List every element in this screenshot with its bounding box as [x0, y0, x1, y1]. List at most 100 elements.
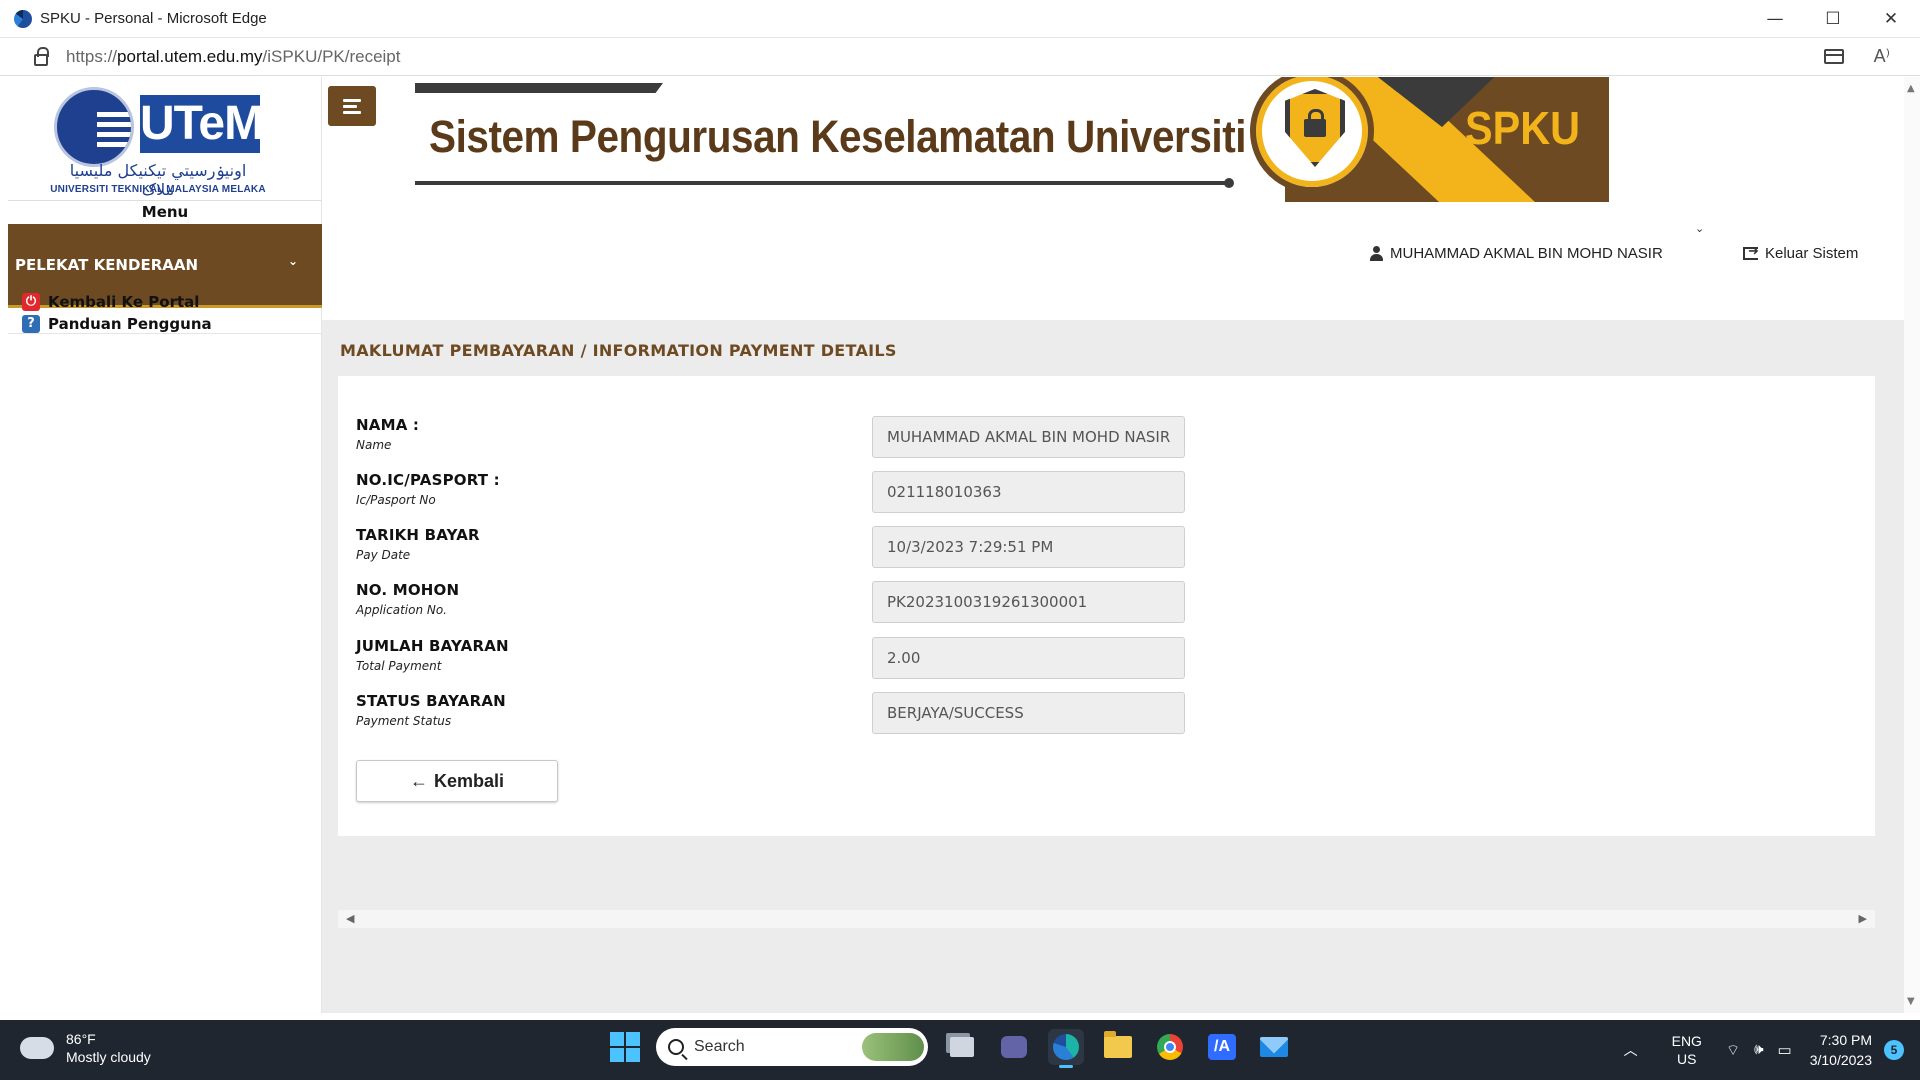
back-to-portal-link[interactable]: ⏻ Kembali Ke Portal: [22, 293, 199, 311]
logo-wordmark: UTeM: [140, 95, 264, 153]
read-aloud-icon[interactable]: A⁾: [1874, 46, 1890, 67]
field-row-ic-passport: NO.IC/PASPORT : Ic/Pasport No 0211180103…: [338, 471, 1875, 517]
field-row-application-no: NO. MOHON Application No. PK202310031926…: [338, 581, 1875, 627]
payment-details-card: NAMA : Name MUHAMMAD AKMAL BIN MOHD NASI…: [338, 376, 1875, 836]
clock[interactable]: 7:30 PM 3/10/2023: [1810, 1030, 1872, 1070]
user-guide-label: Panduan Pengguna: [48, 315, 212, 333]
wifi-icon[interactable]: ⌔: [1726, 1041, 1740, 1060]
utem-emblem-icon: [54, 87, 134, 167]
field-label: TARIKH BAYAR: [356, 526, 480, 544]
app-view-icon[interactable]: [1823, 49, 1844, 64]
logout-link[interactable]: Keluar Sistem: [1743, 243, 1859, 262]
battery-icon[interactable]: ▭: [1778, 1041, 1792, 1060]
maximize-button[interactable]: ☐: [1804, 0, 1862, 38]
url-host: portal.utem.edu.my: [117, 46, 263, 66]
folder-icon: [1104, 1031, 1132, 1058]
banner-decor-line: [415, 83, 663, 93]
notification-badge[interactable]: 5: [1884, 1040, 1904, 1060]
chrome-icon: [1157, 1034, 1183, 1060]
search-icon: [668, 1039, 684, 1055]
teams-chat-button[interactable]: [996, 1029, 1032, 1065]
scroll-right-icon[interactable]: ▶: [1859, 912, 1867, 925]
field-row-payment-status: STATUS BAYARAN Payment Status BERJAYA/SU…: [338, 692, 1875, 738]
logout-label: Keluar Sistem: [1765, 245, 1859, 262]
pen-app-button[interactable]: /A: [1204, 1029, 1240, 1065]
system-tray: ︿ ENG US ⌔ 🕪 ▭ 7:30 PM 3/10/2023 5: [1624, 1020, 1920, 1080]
url-prefix: https://: [66, 46, 118, 66]
user-icon: [1370, 246, 1383, 261]
pay-date-field[interactable]: 10/3/2023 7:29:51 PM: [872, 526, 1185, 568]
taskbar-search[interactable]: Search: [656, 1028, 928, 1066]
user-name-label: MUHAMMAD AKMAL BIN MOHD NASIR: [1390, 245, 1663, 262]
utem-logo[interactable]: UTeM اونيۏرسيتي تيكنيکل مليسيا ملاک UNIV…: [48, 83, 268, 199]
main-content: MAKLUMAT PEMBAYARAN / INFORMATION PAYMEN…: [322, 320, 1920, 1013]
lock-icon: [1304, 109, 1326, 137]
logo-subtitle: UNIVERSITI TEKNIKAL MALAYSIA MELAKA: [50, 184, 266, 195]
chevron-up-icon[interactable]: ︿: [1624, 1040, 1638, 1060]
user-guide-link[interactable]: ? Panduan Pengguna: [22, 315, 212, 333]
window-title: SPKU - Personal - Microsoft Edge: [40, 10, 267, 27]
weather-widget[interactable]: 86°F Mostly cloudy: [18, 1029, 151, 1066]
horizontal-scrollbar[interactable]: ◀ ▶: [338, 910, 1875, 928]
user-profile[interactable]: MUHAMMAD AKMAL BIN MOHD NASIR: [1370, 245, 1663, 262]
field-sublabel: Payment Status: [356, 714, 452, 728]
field-label-group: JUMLAH BAYARAN Total Payment: [356, 637, 509, 673]
weather-desc: Mostly cloudy: [66, 1049, 151, 1065]
field-row-total-payment: JUMLAH BAYARAN Total Payment 2.00: [338, 637, 1875, 683]
back-button[interactable]: ← Kembali: [356, 760, 558, 802]
lang-bottom: US: [1677, 1051, 1697, 1067]
chrome-button[interactable]: [1152, 1029, 1188, 1065]
spku-banner: Sistem Pengurusan Keselamatan Universiti…: [415, 77, 1609, 202]
vertical-scrollbar[interactable]: ▲ ▼: [1904, 77, 1920, 1013]
field-sublabel: Name: [356, 438, 392, 452]
sidebar-toggle-button[interactable]: [328, 86, 376, 126]
user-menu-chevron-icon[interactable]: ⌄: [1695, 222, 1704, 235]
minimize-button[interactable]: —: [1746, 0, 1804, 38]
edge-logo-icon: [14, 9, 32, 28]
clock-time: 7:30 PM: [1819, 1032, 1872, 1048]
field-label-group: NAMA : Name: [356, 416, 419, 452]
url-field[interactable]: https://portal.utem.edu.my/iSPKU/PK/rece…: [66, 47, 401, 67]
field-label-group: NO. MOHON Application No.: [356, 581, 459, 617]
lock-icon[interactable]: [34, 46, 49, 66]
help-icon: ?: [22, 315, 40, 333]
scroll-left-icon[interactable]: ◀: [346, 912, 354, 925]
sidebar-item-label: PELEKAT KENDERAAN: [15, 255, 199, 274]
scroll-down-icon[interactable]: ▼: [1907, 996, 1915, 1007]
weather-text: 86°F Mostly cloudy: [66, 1030, 151, 1066]
banner-underline: [415, 178, 1234, 188]
field-label: STATUS BAYARAN: [356, 692, 506, 710]
browser-titlebar: SPKU - Personal - Microsoft Edge — ☐ ✕: [0, 0, 1920, 38]
field-label-group: STATUS BAYARAN Payment Status: [356, 692, 506, 728]
teams-icon: [1001, 1036, 1027, 1058]
power-icon: ⏻: [22, 293, 40, 311]
windows-start-icon[interactable]: [610, 1032, 640, 1062]
application-no-field[interactable]: PK2023100319261300001: [872, 581, 1185, 623]
field-row-pay-date: TARIKH BAYAR Pay Date 10/3/2023 7:29:51 …: [338, 526, 1875, 572]
task-view-button[interactable]: [944, 1029, 980, 1065]
volume-icon[interactable]: 🕪: [1754, 1041, 1763, 1060]
file-explorer-button[interactable]: [1100, 1029, 1136, 1065]
window-controls: — ☐ ✕: [1746, 0, 1920, 38]
weather-temp: 86°F: [66, 1031, 96, 1047]
edge-taskbar-button[interactable]: [1048, 1029, 1084, 1068]
scroll-up-icon[interactable]: ▲: [1907, 83, 1915, 94]
field-sublabel: Application No.: [356, 603, 447, 617]
close-button[interactable]: ✕: [1862, 0, 1920, 38]
banner-acronym: SPKU: [1465, 102, 1581, 154]
language-indicator[interactable]: ENG US: [1672, 1032, 1702, 1068]
page-title: MAKLUMAT PEMBAYARAN / INFORMATION PAYMEN…: [340, 341, 897, 360]
name-field[interactable]: MUHAMMAD AKMAL BIN MOHD NASIR: [872, 416, 1185, 458]
payment-status-field[interactable]: BERJAYA/SUCCESS: [872, 692, 1185, 734]
field-label-group: TARIKH BAYAR Pay Date: [356, 526, 480, 562]
mail-button[interactable]: [1256, 1029, 1292, 1065]
total-payment-field[interactable]: 2.00: [872, 637, 1185, 679]
field-sublabel: Ic/Pasport No: [356, 493, 436, 507]
ic-passport-field[interactable]: 021118010363: [872, 471, 1185, 513]
sidebar: UTeM اونيۏرسيتي تيكنيکل مليسيا ملاک UNIV…: [8, 77, 322, 1013]
task-view-icon: [950, 1037, 974, 1057]
banner-title: Sistem Pengurusan Keselamatan Universiti: [429, 111, 1247, 162]
field-label: NO. MOHON: [356, 581, 460, 599]
clock-date: 3/10/2023: [1809, 1052, 1872, 1068]
cloud-icon: [18, 1029, 54, 1059]
